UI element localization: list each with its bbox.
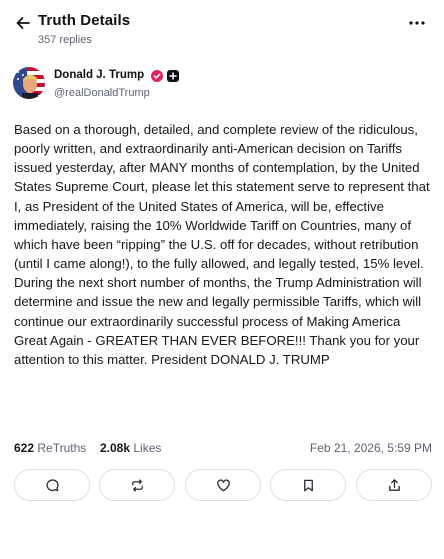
avatar-image xyxy=(13,67,45,99)
post-text: Based on a thorough, detailed, and compl… xyxy=(14,122,430,367)
retruths-stat[interactable]: 622 ReTruths xyxy=(14,441,86,455)
action-bar xyxy=(14,469,432,503)
truth-details-page: Truth Details 357 replies Donald J. Trum… xyxy=(0,0,444,559)
bookmark-icon xyxy=(303,479,313,491)
page-title: Truth Details xyxy=(38,12,131,29)
avatar[interactable] xyxy=(13,67,45,99)
author-handle[interactable]: @realDonaldTrump xyxy=(54,87,150,99)
author-block: Donald J. Trump @realDonaldTrump xyxy=(13,67,413,103)
retruths-count: 622 xyxy=(14,441,35,455)
reply-button[interactable] xyxy=(14,469,90,501)
replies-count[interactable]: 357 replies xyxy=(38,34,92,46)
like-button[interactable] xyxy=(185,469,261,501)
bookmark-button[interactable] xyxy=(270,469,346,501)
share-button[interactable] xyxy=(356,469,432,501)
likes-stat[interactable]: 2.08k Likes xyxy=(100,441,161,455)
comment-icon xyxy=(45,478,59,491)
post-timestamp: Feb 21, 2026, 5:59 PM xyxy=(309,441,432,455)
retruth-button[interactable] xyxy=(99,469,175,501)
share-icon xyxy=(388,478,400,491)
follow-plus-icon[interactable] xyxy=(167,70,179,82)
heart-icon xyxy=(216,478,230,491)
repost-icon xyxy=(131,478,143,492)
likes-label: Likes xyxy=(133,441,162,455)
verified-icon xyxy=(151,70,163,82)
more-horizontal-icon xyxy=(409,21,425,25)
back-button[interactable] xyxy=(13,13,33,33)
author-name[interactable]: Donald J. Trump xyxy=(54,69,144,81)
header: Truth Details 357 replies xyxy=(0,0,444,56)
likes-count: 2.08k xyxy=(100,441,131,455)
arrow-left-icon xyxy=(16,17,30,29)
post-stats: 622 ReTruths 2.08k Likes Feb 21, 2026, 5… xyxy=(14,441,432,459)
more-button[interactable] xyxy=(406,14,428,32)
retruths-label: ReTruths xyxy=(37,441,87,455)
